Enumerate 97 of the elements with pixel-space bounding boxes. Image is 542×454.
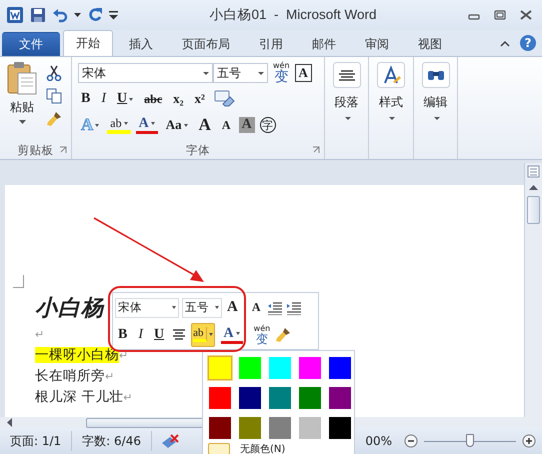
format-button[interactable]: A	[196, 115, 214, 135]
word-icon[interactable]	[6, 6, 24, 24]
document-text: 长在哨所旁	[35, 368, 105, 384]
copy-icon[interactable]	[46, 88, 62, 104]
caret-icon[interactable]	[95, 124, 100, 126]
format-button[interactable]: B	[115, 326, 130, 342]
binoculars-icon	[422, 62, 450, 88]
scroll-up-icon[interactable]	[529, 184, 538, 190]
clipboard-icon	[6, 61, 38, 95]
format-button[interactable]: U	[151, 326, 168, 342]
ribbon-tab[interactable]: 开始	[63, 30, 113, 56]
group-label: 字体	[186, 142, 210, 158]
caret-icon	[344, 117, 350, 120]
styles-button[interactable]: 样式	[377, 62, 405, 120]
align-lines-icon	[332, 62, 360, 88]
format-button[interactable]: U	[114, 91, 136, 107]
increase-indent-icon[interactable]	[286, 300, 302, 314]
page-count[interactable]: 页面: 1/1	[0, 431, 72, 451]
dialog-launcher-icon[interactable]	[312, 146, 320, 154]
customize-toolbar-icon[interactable]	[109, 10, 118, 20]
caret-icon	[18, 120, 26, 124]
phonetic-guide-button[interactable]: wén 变	[273, 62, 290, 84]
format-button[interactable]: Aa	[162, 117, 191, 133]
undo-icon[interactable]	[52, 7, 68, 23]
font-size-field[interactable]: 五号	[182, 298, 222, 318]
ribbon-tab[interactable]: 审阅	[352, 32, 402, 56]
ribbon-tab[interactable]: 视图	[405, 32, 455, 56]
format-button[interactable]: I	[135, 326, 146, 342]
format-button[interactable]: A	[238, 117, 255, 133]
zoom-out-icon[interactable]	[404, 434, 418, 448]
format-button[interactable]: A	[218, 118, 234, 132]
close-icon[interactable]	[520, 10, 532, 20]
font-size-field[interactable]: 五号	[213, 63, 268, 83]
paste-button[interactable]: 粘贴	[2, 61, 42, 141]
collapse-ribbon-icon[interactable]	[500, 40, 510, 46]
format-button[interactable]: B	[78, 91, 94, 107]
format-painter-icon[interactable]	[275, 326, 292, 342]
ribbon-tab[interactable]: 插入	[116, 32, 166, 56]
scroll-thumb[interactable]	[527, 196, 540, 224]
phonetic-guide-button[interactable]: wén 变	[254, 324, 270, 344]
caret-icon	[434, 117, 440, 120]
highlight-button[interactable]: ab	[191, 322, 215, 346]
paragraph-mark: ↵	[123, 391, 133, 404]
ribbon-tab[interactable]: 引用	[246, 32, 296, 56]
format-button[interactable]: x₂	[170, 91, 187, 107]
format-button[interactable]: abc	[141, 92, 166, 106]
margin-corner-mark	[13, 275, 24, 288]
zoom-level[interactable]: 00%	[365, 434, 392, 448]
character-border-button[interactable]: A	[294, 64, 312, 82]
ribbon-tab[interactable]: 文件	[2, 32, 60, 56]
group-label: 剪贴板	[18, 142, 54, 158]
paragraph-mark: ↵	[119, 349, 128, 362]
decrease-indent-icon[interactable]	[266, 300, 283, 314]
format-button[interactable]: ab	[107, 116, 131, 134]
vertical-scrollbar[interactable]	[524, 163, 542, 417]
font-name-field[interactable]: 宋体	[115, 298, 179, 318]
ruler-icon[interactable]	[527, 165, 540, 178]
scroll-left-icon[interactable]	[6, 418, 12, 427]
font-name-field[interactable]: 宋体	[78, 63, 213, 83]
editing-button[interactable]: 编辑	[422, 62, 450, 120]
zoom-slider[interactable]	[466, 434, 474, 446]
caret-icon[interactable]	[129, 98, 134, 100]
save-icon[interactable]	[30, 7, 46, 23]
paragraph-mark: ↵	[105, 370, 114, 383]
styles-icon	[377, 62, 405, 88]
paragraph-button[interactable]: 段落	[332, 62, 360, 120]
format-button[interactable]: 字	[260, 117, 276, 133]
format-button[interactable]: x²	[192, 91, 208, 107]
cut-icon[interactable]	[46, 65, 62, 81]
color-swatch[interactable]	[208, 356, 232, 380]
word-count[interactable]: 字数: 6/46	[72, 431, 152, 451]
document-title: 小白杨	[35, 294, 104, 323]
caret-icon[interactable]	[150, 122, 155, 125]
paragraph-mark: ↵	[35, 328, 44, 341]
center-align-icon[interactable]	[172, 328, 186, 340]
ribbon-tab[interactable]: 邮件	[299, 32, 349, 56]
shrink-font-button[interactable]: A	[248, 300, 264, 315]
ribbon-tab[interactable]: 页面布局	[169, 32, 243, 56]
dropdown-caret-icon[interactable]	[74, 12, 81, 18]
grow-font-button[interactable]: A	[225, 299, 240, 316]
zoom-in-icon[interactable]	[522, 434, 536, 448]
dialog-launcher-icon[interactable]	[59, 146, 67, 154]
redo-icon[interactable]	[87, 7, 103, 23]
format-painter-icon[interactable]	[46, 111, 62, 127]
caret-icon	[389, 117, 395, 120]
maximize-icon[interactable]	[494, 10, 506, 20]
caret-icon[interactable]	[124, 122, 128, 124]
proofing-icon[interactable]	[160, 433, 180, 449]
help-button[interactable]: ?	[520, 35, 536, 51]
format-button[interactable]: I	[98, 91, 110, 107]
caret-icon[interactable]	[184, 124, 188, 126]
document-text: 根儿深 干儿壮	[35, 389, 124, 405]
window-title: 小白杨01 - Microsoft Word	[208, 6, 378, 24]
font-color-button[interactable]: A	[220, 326, 243, 344]
no-color-option[interactable]: 无颜色(N)	[208, 443, 349, 454]
format-button[interactable]: A	[136, 116, 158, 134]
clear-formatting-icon[interactable]	[212, 90, 235, 108]
